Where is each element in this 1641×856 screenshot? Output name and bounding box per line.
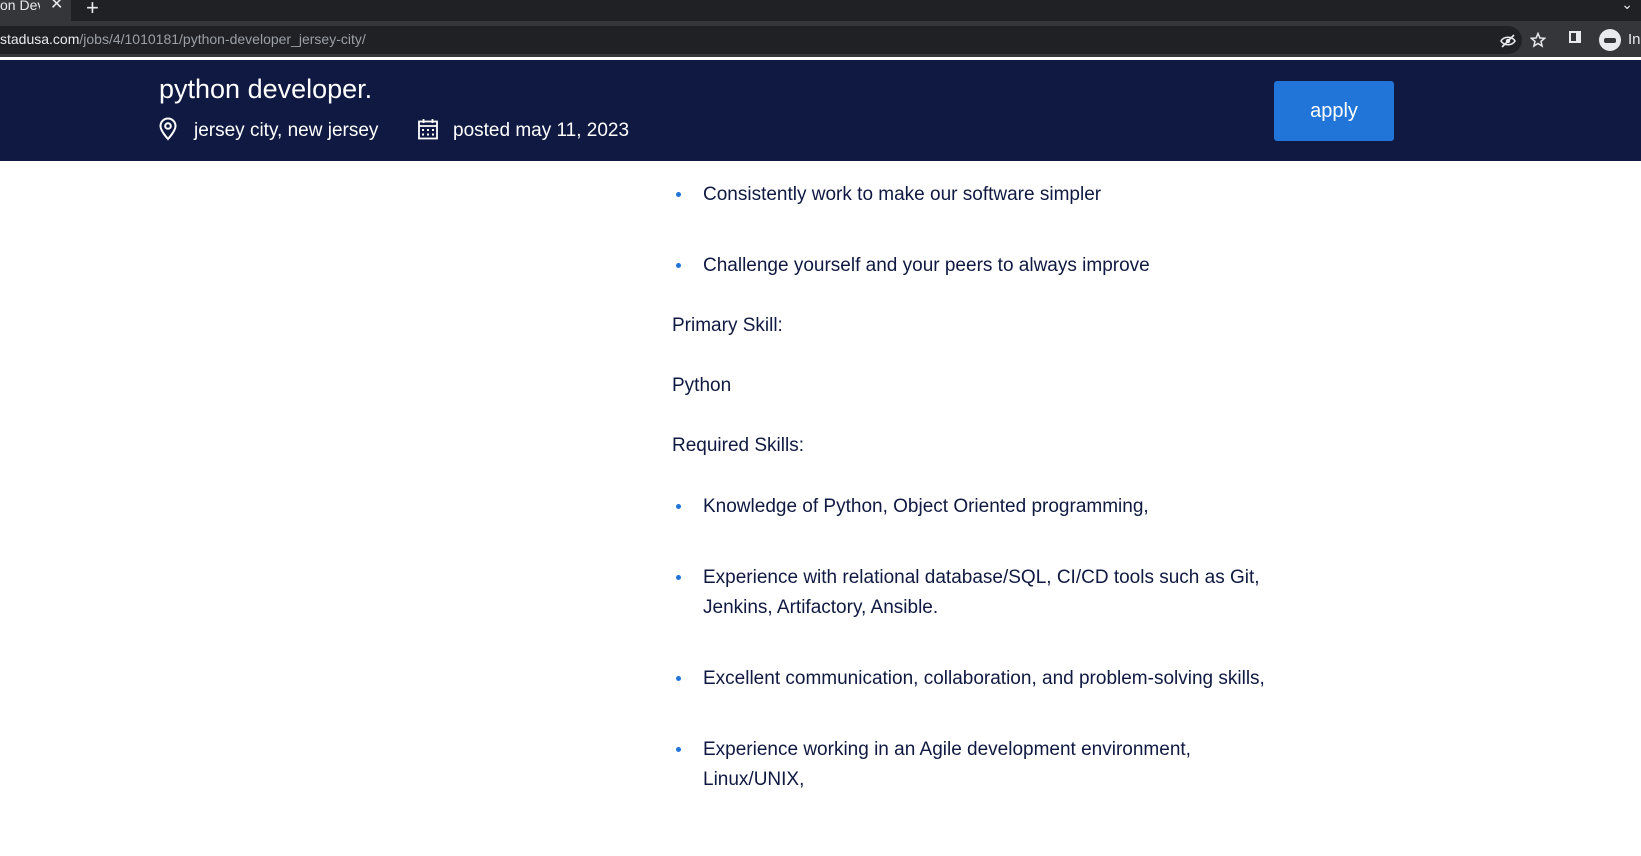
- browser-toolbar: stadusa.com/jobs/4/1010181/python-develo…: [0, 21, 1641, 57]
- bullet-icon: [676, 504, 681, 509]
- responsibilities-list: Consistently work to make our software s…: [672, 180, 1272, 281]
- list-item-text: Knowledge of Python, Object Oriented pro…: [703, 496, 1149, 517]
- list-item-text: Consistently work to make our software s…: [703, 184, 1102, 205]
- required-skills-list: Knowledge of Python, Object Oriented pro…: [672, 492, 1272, 795]
- bullet-icon: [676, 192, 681, 197]
- profile-label[interactable]: In: [1628, 31, 1641, 48]
- job-header: python developer. jersey city, new jerse…: [0, 60, 1641, 161]
- job-description: Consistently work to make our software s…: [672, 161, 1272, 795]
- bullet-icon: [676, 263, 681, 268]
- primary-skill-value: Python: [672, 375, 732, 396]
- list-item: Challenge yourself and your peers to alw…: [672, 251, 1272, 281]
- incognito-icon[interactable]: [1599, 29, 1621, 51]
- url-text: stadusa.com/jobs/4/1010181/python-develo…: [0, 31, 366, 47]
- plus-icon[interactable]: +: [86, 0, 99, 21]
- star-icon[interactable]: [1530, 32, 1546, 48]
- job-title: python developer.: [159, 74, 373, 104]
- tab-strip: on Dev ✕ + ⌄: [0, 0, 1641, 21]
- chevron-down-icon[interactable]: ⌄: [1621, 0, 1633, 13]
- list-item: Consistently work to make our software s…: [672, 180, 1272, 210]
- primary-skill-label: Primary Skill:: [672, 315, 783, 336]
- tab-title: on Dev: [0, 0, 40, 12]
- location-pin-icon: [159, 117, 177, 141]
- list-item: Excellent communication, collaboration, …: [672, 664, 1272, 694]
- list-item: Knowledge of Python, Object Oriented pro…: [672, 492, 1272, 522]
- bullet-icon: [676, 575, 681, 580]
- list-item: Experience with relational database/SQL,…: [672, 563, 1272, 623]
- calendar-icon: [418, 119, 438, 140]
- list-item-text: Experience working in an Agile developme…: [703, 739, 1191, 790]
- apply-button[interactable]: apply: [1274, 81, 1394, 141]
- url-path: /jobs/4/1010181/python-developer_jersey-…: [79, 31, 366, 47]
- browser-tab[interactable]: on Dev ✕: [0, 0, 71, 21]
- job-location: jersey city, new jersey: [194, 120, 379, 141]
- url-host: stadusa.com: [0, 31, 80, 47]
- list-item: Experience working in an Agile developme…: [672, 735, 1272, 795]
- required-skills-label: Required Skills:: [672, 435, 804, 456]
- list-item-text: Challenge yourself and your peers to alw…: [703, 255, 1150, 276]
- posted-date: posted may 11, 2023: [453, 120, 630, 141]
- bullet-icon: [676, 747, 681, 752]
- list-item-text: Excellent communication, collaboration, …: [703, 668, 1265, 689]
- eye-off-icon[interactable]: [1500, 34, 1516, 48]
- list-item-text: Experience with relational database/SQL,…: [703, 567, 1260, 618]
- address-bar[interactable]: stadusa.com/jobs/4/1010181/python-develo…: [0, 26, 1546, 54]
- close-icon[interactable]: ✕: [50, 0, 63, 13]
- bullet-icon: [676, 676, 681, 681]
- side-panel-icon[interactable]: [1569, 31, 1581, 43]
